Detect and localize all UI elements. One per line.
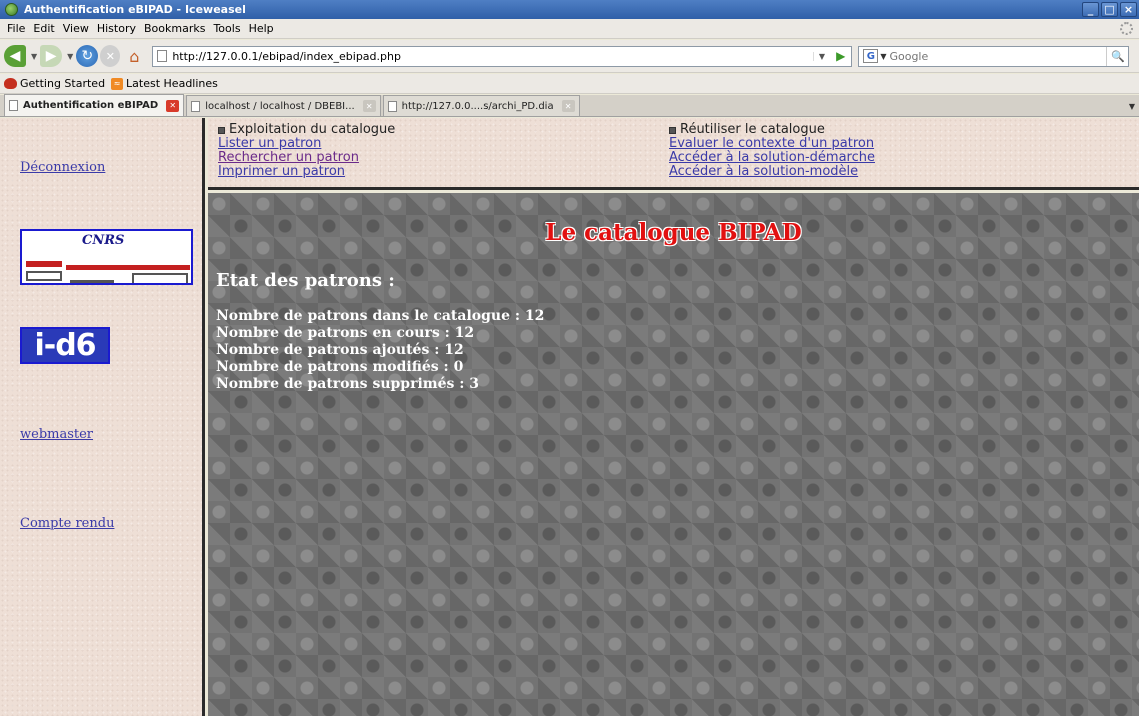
logout-link[interactable]: Déconnexion [20, 160, 105, 175]
menu-edit[interactable]: Edit [29, 22, 58, 35]
navigation-toolbar: ◀ ▼ ▶ ▼ ↻ ✕ ⌂ http://127.0.0.1/ebipad/in… [0, 40, 1139, 73]
solution-model-link[interactable]: Accéder à la solution-modèle [669, 165, 875, 179]
minimize-button[interactable]: _ [1082, 2, 1099, 17]
back-button[interactable]: ◀ [4, 45, 26, 67]
back-history-dropdown-icon[interactable]: ▼ [31, 52, 37, 61]
search-engine-dropdown-icon[interactable]: ▼ [880, 52, 886, 61]
stat-added-count: Nombre de patrons ajoutés : 12 [216, 342, 464, 358]
tab-authentification[interactable]: Authentification eBIPAD ✕ [4, 94, 185, 116]
search-bar[interactable]: G ▼ 🔍 [858, 45, 1130, 67]
page-title: Le catalogue BIPAD [545, 219, 802, 246]
tab-label: Authentification eBIPAD [23, 100, 159, 111]
bullet-icon [218, 126, 225, 134]
pattern-stats: Nombre de patrons dans le catalogue : 12… [216, 308, 544, 393]
search-pattern-link[interactable]: Rechercher un patron [218, 151, 395, 165]
left-sidebar-frame: Déconnexion CNRS i-d6 webmaster Compte r… [0, 118, 205, 716]
menu-view[interactable]: View [59, 22, 93, 35]
bullet-icon [669, 126, 676, 134]
url-bar[interactable]: http://127.0.0.1/ebipad/index_ebipad.php… [152, 45, 853, 67]
close-tab-icon[interactable]: ✕ [362, 100, 376, 112]
menu-history[interactable]: History [93, 22, 140, 35]
main-frame: Le catalogue BIPAD Etat des patrons : No… [208, 193, 1139, 716]
evaluate-context-link[interactable]: Evaluer le contexte d'un patron [669, 137, 875, 151]
logo-decoration [26, 271, 62, 281]
tab-archi-pd[interactable]: http://127.0.0....s/archi_PD.dia ✕ [382, 95, 580, 116]
reuse-menu: Réutiliser le catalogue Evaluer le conte… [669, 123, 875, 179]
throbber-icon [1120, 22, 1133, 35]
stat-modified-count: Nombre de patrons modifiés : 0 [216, 359, 464, 375]
page-icon [157, 50, 168, 62]
window-titlebar: Authentification eBIPAD - Iceweasel _ □ … [0, 0, 1139, 19]
list-pattern-link[interactable]: Lister un patron [218, 137, 395, 151]
bookmark-latest-headlines[interactable]: ≈ Latest Headlines [111, 77, 218, 90]
forward-history-dropdown-icon[interactable]: ▼ [67, 52, 73, 61]
cnrs-irit-logo[interactable]: CNRS [20, 229, 193, 285]
url-text[interactable]: http://127.0.0.1/ebipad/index_ebipad.php [172, 50, 813, 63]
stat-deleted-count: Nombre de patrons supprimés : 3 [216, 376, 480, 392]
tab-localhost[interactable]: localhost / localhost / DBEBI... ✕ [186, 95, 381, 116]
menu-tools[interactable]: Tools [209, 22, 244, 35]
solution-approach-link[interactable]: Accéder à la solution-démarche [669, 151, 875, 165]
search-input[interactable] [889, 49, 1107, 63]
menu-file[interactable]: File [3, 22, 29, 35]
webmaster-link[interactable]: webmaster [20, 427, 93, 442]
logo-decoration [70, 273, 114, 283]
exploit-heading-label: Exploitation du catalogue [229, 122, 396, 137]
menu-bookmarks[interactable]: Bookmarks [140, 22, 209, 35]
tab-bar: Authentification eBIPAD ✕ localhost / lo… [0, 94, 1139, 117]
bookmark-label: Getting Started [20, 77, 106, 90]
stat-in-progress-count: Nombre de patrons en cours : 12 [216, 325, 475, 341]
close-button[interactable]: × [1120, 2, 1137, 17]
print-pattern-link[interactable]: Imprimer un patron [218, 165, 395, 179]
menu-help[interactable]: Help [245, 22, 278, 35]
page-icon [387, 100, 397, 112]
report-link[interactable]: Compte rendu [20, 516, 114, 531]
logo-decoration [132, 273, 188, 283]
tab-list-dropdown-icon[interactable]: ▼ [1129, 102, 1135, 111]
reuse-heading: Réutiliser le catalogue [669, 123, 875, 137]
id6-logo[interactable]: i-d6 [20, 327, 110, 364]
url-history-dropdown-icon[interactable]: ▼ [812, 51, 830, 61]
reload-button[interactable]: ↻ [76, 45, 99, 67]
state-heading: Etat des patrons : [216, 270, 395, 291]
rss-icon: ≈ [111, 77, 124, 90]
page-icon [191, 100, 201, 112]
go-button[interactable]: ▶ [830, 49, 851, 63]
close-tab-icon[interactable]: ✕ [561, 100, 575, 112]
iceweasel-app-icon [5, 3, 18, 16]
window-title: Authentification eBIPAD - Iceweasel [24, 3, 246, 16]
reuse-heading-label: Réutiliser le catalogue [680, 122, 825, 137]
logo-decoration [26, 261, 62, 267]
logo-decoration [66, 265, 190, 270]
page-icon [9, 100, 18, 111]
cnrs-logo-text: CNRS [82, 233, 125, 248]
bookmark-label: Latest Headlines [126, 77, 218, 90]
search-button[interactable]: 🔍 [1106, 46, 1128, 66]
page-content: Déconnexion CNRS i-d6 webmaster Compte r… [0, 118, 1139, 716]
maximize-button[interactable]: □ [1101, 2, 1118, 17]
google-icon[interactable]: G [863, 49, 879, 63]
stop-button[interactable]: ✕ [100, 45, 121, 67]
top-menu-frame: Exploitation du catalogue Lister un patr… [208, 118, 1139, 190]
tab-label: http://127.0.0....s/archi_PD.dia [401, 100, 554, 112]
bookmark-getting-started[interactable]: Getting Started [4, 77, 105, 90]
menu-bar: File Edit View History Bookmarks Tools H… [0, 19, 1139, 39]
firefox-icon [4, 78, 17, 89]
close-tab-icon[interactable]: ✕ [166, 99, 180, 112]
home-button[interactable]: ⌂ [122, 45, 146, 67]
forward-button[interactable]: ▶ [40, 45, 63, 67]
exploit-heading: Exploitation du catalogue [218, 123, 395, 137]
bookmarks-toolbar: Getting Started ≈ Latest Headlines [0, 74, 1139, 94]
exploit-menu: Exploitation du catalogue Lister un patr… [218, 123, 395, 179]
tab-label: localhost / localhost / DBEBI... [205, 100, 355, 112]
stat-catalog-count: Nombre de patrons dans le catalogue : 12 [216, 308, 545, 324]
